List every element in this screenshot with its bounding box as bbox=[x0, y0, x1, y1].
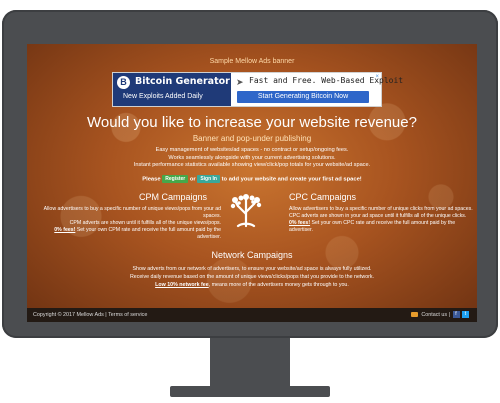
cpc-description: Allow advertisers to buy a specific numb… bbox=[289, 206, 475, 234]
network-fee-text: , means more of the advertisers money ge… bbox=[208, 282, 349, 288]
contact-link[interactable]: Contact us bbox=[421, 312, 447, 318]
network-description: Show adverts from our network of adverti… bbox=[27, 265, 477, 289]
page-subhead: Banner and pop-under publishing bbox=[192, 134, 312, 143]
terms-link[interactable]: Terms of service bbox=[108, 312, 147, 318]
feature-item: Works seamlessly alongside with your cur… bbox=[168, 154, 336, 161]
banner-caption: Sample Mellow Ads banner bbox=[209, 58, 295, 65]
cpc-fee-highlight: 0% fees! bbox=[289, 220, 311, 226]
signup-prefix: Please bbox=[142, 176, 161, 183]
register-button[interactable]: Register bbox=[162, 175, 189, 183]
ad-brand-panel: B Bitcoin Generator New Exploits Added D… bbox=[113, 73, 231, 106]
cpm-paragraph: CPM adverts are shown until it fulfills … bbox=[69, 220, 221, 226]
copyright-text: Copyright © 2017 Mellow Ads bbox=[33, 312, 104, 318]
tree-logo-icon bbox=[230, 194, 262, 228]
cpm-title: CPM Campaigns bbox=[139, 192, 208, 202]
cpm-fee-highlight: 0% fees! bbox=[54, 227, 76, 233]
ad-subtitle: New Exploits Added Daily bbox=[123, 93, 203, 100]
cpc-paragraph: Allow advertisers to buy a specific numb… bbox=[289, 206, 473, 212]
rocket-icon: ➤ bbox=[236, 77, 244, 87]
cpm-fee-text: Set your own CPM rate and receive the fu… bbox=[76, 227, 221, 240]
monitor-stand-neck bbox=[210, 338, 290, 392]
facebook-icon[interactable]: f bbox=[452, 311, 460, 318]
footer-right: Contact us | f t bbox=[410, 311, 469, 318]
network-line: Receive daily revenue based on the amoun… bbox=[129, 274, 375, 280]
monitor-stand-base bbox=[170, 386, 330, 397]
feature-list: Easy management of websites/ad spaces - … bbox=[27, 147, 477, 170]
network-line: Show adverts from our network of adverti… bbox=[132, 266, 372, 272]
cpc-paragraph: CPC adverts are shown in your ad space u… bbox=[289, 213, 467, 219]
bitcoin-icon: B bbox=[117, 76, 130, 89]
mail-icon bbox=[410, 312, 418, 317]
monitor-frame: Sample Mellow Ads banner B Bitcoin Gener… bbox=[2, 10, 498, 338]
site-footer: Copyright © 2017 Mellow Ads | Terms of s… bbox=[27, 308, 477, 322]
cpc-title: CPC Campaigns bbox=[289, 192, 357, 202]
signup-prompt: Please Register or Sign In to add your w… bbox=[27, 175, 477, 183]
signup-suffix: to add your website and create your firs… bbox=[221, 176, 362, 183]
footer-separator: | bbox=[105, 312, 107, 318]
ad-title: Bitcoin Generator bbox=[135, 76, 230, 87]
page-headline: Would you like to increase your website … bbox=[87, 114, 417, 131]
signup-or: or bbox=[189, 176, 196, 183]
website-screen: Sample Mellow Ads banner B Bitcoin Gener… bbox=[27, 44, 477, 322]
network-title: Network Campaigns bbox=[211, 250, 293, 260]
cpc-paragraph: 0% fees! Set your own CPC rate and recei… bbox=[289, 220, 475, 234]
ad-tagline: Fast and Free. Web-Based Exploit bbox=[249, 76, 404, 85]
footer-left: Copyright © 2017 Mellow Ads | Terms of s… bbox=[33, 312, 147, 318]
network-fee-highlight: Low 10% network fee bbox=[155, 282, 209, 288]
sample-ad-banner[interactable]: B Bitcoin Generator New Exploits Added D… bbox=[112, 72, 403, 107]
twitter-icon[interactable]: t bbox=[462, 311, 469, 318]
feature-item: Instant performance statistics available… bbox=[133, 162, 371, 169]
signin-button[interactable]: Sign In bbox=[197, 175, 220, 183]
cpm-paragraph: 0% fees! Set your own CPM rate and recei… bbox=[35, 227, 221, 241]
network-line: Low 10% network fee, means more of the a… bbox=[27, 281, 477, 289]
ad-close-icon[interactable]: × bbox=[375, 74, 379, 80]
cpc-fee-text: Set your own CPC rate and receive the fu… bbox=[289, 220, 456, 233]
feature-item: Easy management of websites/ad spaces - … bbox=[155, 147, 349, 153]
cpm-paragraph: Allow advertisers to buy a specific numb… bbox=[43, 206, 221, 219]
footer-separator: | bbox=[448, 311, 450, 318]
cpm-description: Allow advertisers to buy a specific numb… bbox=[35, 206, 221, 241]
ad-cta-button[interactable]: Start Generating Bitcoin Now bbox=[237, 91, 369, 103]
